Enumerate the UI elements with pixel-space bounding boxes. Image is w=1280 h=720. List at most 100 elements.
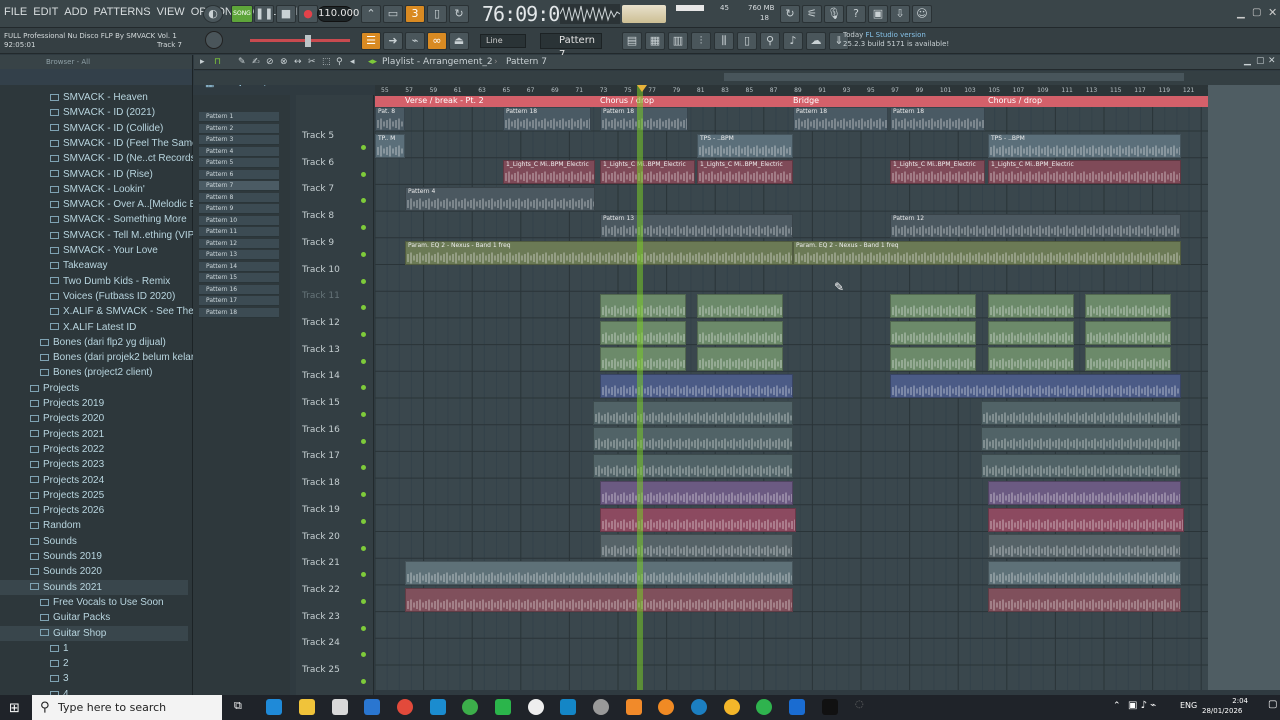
browser-item[interactable]: Projects 2024 bbox=[0, 473, 188, 488]
channel-rack-icon[interactable]: ▥ bbox=[668, 32, 688, 50]
track-name[interactable]: Track 8 bbox=[302, 211, 334, 221]
track-enable-dot[interactable] bbox=[361, 331, 366, 337]
arrow-icon[interactable]: ➜ bbox=[383, 32, 403, 50]
slip-icon[interactable]: ↔ bbox=[294, 57, 302, 67]
track-enable-dot[interactable] bbox=[361, 251, 366, 257]
master-volume[interactable] bbox=[622, 5, 666, 23]
pattern-clip[interactable] bbox=[981, 427, 1181, 452]
pattern-item[interactable]: Pattern 15 bbox=[199, 273, 279, 283]
track-enable-dot[interactable] bbox=[361, 305, 366, 311]
arrangement-grid[interactable]: Pat. 8 Pattern 18 Pattern 18 Pattern 18 Patt… bbox=[375, 85, 1208, 690]
pattern-clip[interactable] bbox=[890, 293, 976, 318]
record-icon[interactable]: ● bbox=[298, 5, 318, 23]
file-icon[interactable]: ▯ bbox=[737, 32, 757, 50]
pattern-list-icon[interactable]: ☰ bbox=[361, 32, 381, 50]
track-name[interactable]: Track 11 bbox=[302, 291, 340, 301]
pattern-clip[interactable] bbox=[593, 454, 793, 479]
pattern-item[interactable]: Pattern 9 bbox=[199, 204, 279, 214]
track-enable-dot[interactable] bbox=[361, 358, 366, 364]
track-name[interactable]: Track 7 bbox=[302, 184, 334, 194]
stamp-icon[interactable]: ⏏ bbox=[449, 32, 469, 50]
file-explorer-icon[interactable] bbox=[299, 699, 315, 715]
pattern-item[interactable]: Pattern 17 bbox=[199, 296, 279, 306]
browser-item[interactable]: Free Vocals to Use Soon bbox=[0, 595, 188, 610]
pattern-clip[interactable] bbox=[988, 320, 1074, 345]
pattern-clip[interactable] bbox=[1085, 347, 1171, 372]
pattern-item[interactable]: Pattern 3 bbox=[199, 135, 279, 145]
pattern-clip[interactable] bbox=[988, 293, 1074, 318]
pattern-clip[interactable]: TPS - ..BPM bbox=[988, 133, 1181, 158]
track-name[interactable]: Track 6 bbox=[302, 158, 334, 168]
windows-start-icon[interactable]: ⊞ bbox=[9, 701, 20, 716]
cloud-icon[interactable]: ☁ bbox=[806, 32, 826, 50]
pattern-clip[interactable] bbox=[890, 347, 976, 372]
pattern-item[interactable]: Pattern 12 bbox=[199, 238, 279, 249]
chrome-canary-icon[interactable] bbox=[724, 699, 740, 715]
section-marker[interactable]: Verse / break - Pt. 2 bbox=[405, 96, 484, 105]
browser-item[interactable]: Bones (dari flp2 yg dijual) bbox=[0, 335, 188, 350]
pattern-item[interactable]: Pattern 10 bbox=[199, 215, 279, 226]
pattern-item[interactable]: Pattern 7 bbox=[199, 181, 279, 191]
playhead-marker-icon[interactable] bbox=[637, 85, 647, 92]
pattern-clip[interactable] bbox=[593, 400, 793, 425]
pen-app-icon[interactable] bbox=[528, 699, 544, 715]
track-name[interactable]: Track 16 bbox=[302, 425, 340, 435]
close-icon[interactable]: ✕ bbox=[1268, 6, 1277, 19]
maximize-icon[interactable]: ▢ bbox=[1252, 7, 1261, 18]
playback-icon[interactable]: ◂ bbox=[350, 57, 355, 67]
browser-item[interactable]: Takeaway bbox=[0, 258, 188, 273]
browser-item[interactable]: X.ALIF Latest ID bbox=[0, 320, 188, 335]
pattern-clip[interactable] bbox=[890, 374, 1181, 398]
mail-icon[interactable] bbox=[364, 699, 380, 715]
browser-item[interactable]: SMVACK - ID (Ne..ct Records Edit) bbox=[0, 151, 219, 166]
browser-item[interactable]: Sounds 2021 bbox=[0, 579, 188, 595]
blend-icon[interactable]: ▯ bbox=[427, 5, 447, 23]
track-enable-dot[interactable] bbox=[361, 545, 366, 551]
track-enable-dot[interactable] bbox=[361, 385, 366, 391]
browser-item[interactable]: SMVACK - ID (2021) bbox=[0, 105, 188, 120]
wait-icon[interactable]: ▭ bbox=[383, 5, 403, 23]
pattern-clip[interactable]: Pattern 18 bbox=[890, 107, 985, 131]
track-enable-dot[interactable] bbox=[361, 652, 366, 658]
pattern-clip[interactable] bbox=[600, 374, 793, 398]
playlist-close-icon[interactable]: ✕ bbox=[1268, 56, 1276, 66]
track-name[interactable]: Track 20 bbox=[302, 532, 340, 542]
pattern-clip[interactable] bbox=[1085, 320, 1171, 345]
pattern-item[interactable]: Pattern 14 bbox=[199, 261, 279, 272]
pattern-item[interactable]: Pattern 4 bbox=[199, 146, 279, 157]
track-enable-dot[interactable] bbox=[361, 492, 366, 498]
browser-item[interactable]: SMVACK - ID (Collide) bbox=[0, 121, 188, 136]
track-name[interactable]: Track 18 bbox=[302, 478, 340, 488]
pattern-clip[interactable] bbox=[600, 507, 796, 532]
track-enable-dot[interactable] bbox=[361, 225, 366, 231]
track-name[interactable]: Track 22 bbox=[302, 585, 340, 595]
track-enable-dot[interactable] bbox=[361, 145, 366, 150]
browser-item[interactable]: SMVACK - Lookin' bbox=[0, 182, 188, 197]
snap-selector[interactable]: Line bbox=[480, 34, 526, 48]
browser-item[interactable]: Projects 2025 bbox=[0, 488, 188, 503]
pattern-clip[interactable]: Pattern 13 bbox=[600, 213, 793, 238]
browser-item[interactable]: Projects bbox=[0, 381, 188, 396]
section-marker[interactable]: Chorus / drop bbox=[600, 96, 654, 105]
browser-item[interactable]: Guitar Packs bbox=[0, 610, 188, 625]
chrome-icon[interactable] bbox=[397, 699, 413, 715]
track-name[interactable]: Track 5 bbox=[302, 131, 334, 141]
menu-add[interactable]: ADD bbox=[64, 6, 87, 18]
pattern-item[interactable]: Pattern 6 bbox=[199, 169, 279, 180]
track-name[interactable]: Track 19 bbox=[302, 505, 340, 515]
countdown-icon[interactable]: 3 bbox=[405, 5, 425, 23]
browser-item[interactable]: Projects 2019 bbox=[0, 396, 188, 411]
browser-item[interactable]: Sounds 2020 bbox=[0, 564, 188, 579]
stop-icon[interactable]: ■ bbox=[276, 5, 296, 23]
track-enable-dot[interactable] bbox=[361, 438, 366, 444]
track-name[interactable]: Track 17 bbox=[302, 451, 340, 461]
pitch-knob-icon[interactable] bbox=[205, 31, 223, 49]
phone-icon[interactable] bbox=[462, 699, 478, 715]
help-icon[interactable]: ? bbox=[846, 5, 866, 23]
track-name[interactable]: Track 15 bbox=[302, 398, 340, 408]
browser-item[interactable]: Projects 2022 bbox=[0, 442, 188, 457]
menu-patterns[interactable]: PATTERNS bbox=[94, 6, 151, 18]
language-indicator[interactable]: ENG bbox=[1180, 701, 1197, 710]
menu-file[interactable]: FILE bbox=[4, 6, 27, 18]
track-enable-dot[interactable] bbox=[361, 171, 366, 177]
